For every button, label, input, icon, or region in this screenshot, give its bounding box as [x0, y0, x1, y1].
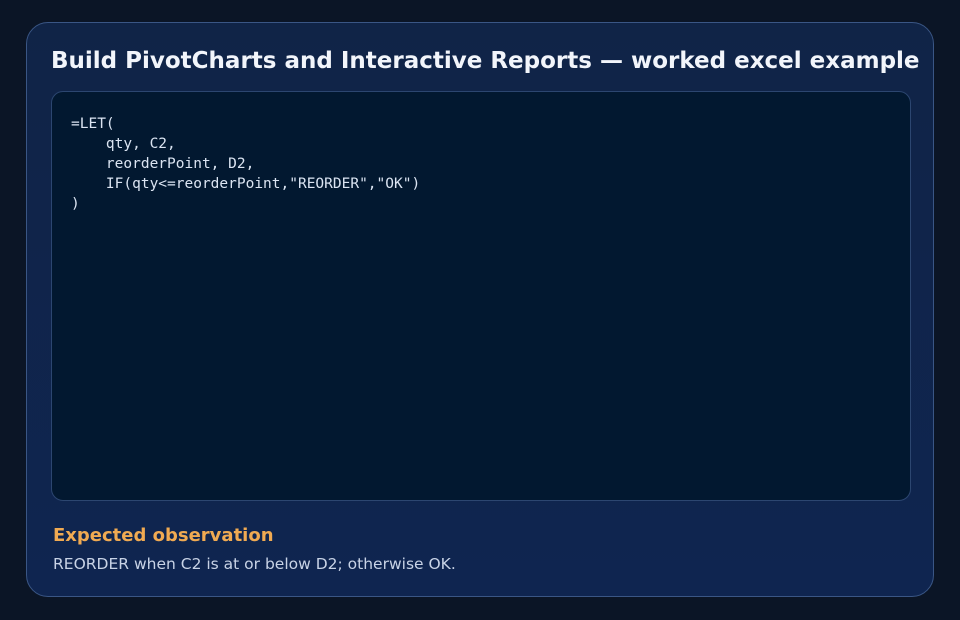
observation-text: REORDER when C2 is at or below D2; other…	[53, 555, 456, 573]
code-text[interactable]: =LET( qty, C2, reorderPoint, D2, IF(qty<…	[52, 92, 910, 214]
observation-heading: Expected observation	[53, 525, 274, 546]
example-card: Build PivotCharts and Interactive Report…	[26, 22, 934, 597]
card-title: Build PivotCharts and Interactive Report…	[51, 48, 920, 74]
code-block: =LET( qty, C2, reorderPoint, D2, IF(qty<…	[51, 91, 911, 501]
